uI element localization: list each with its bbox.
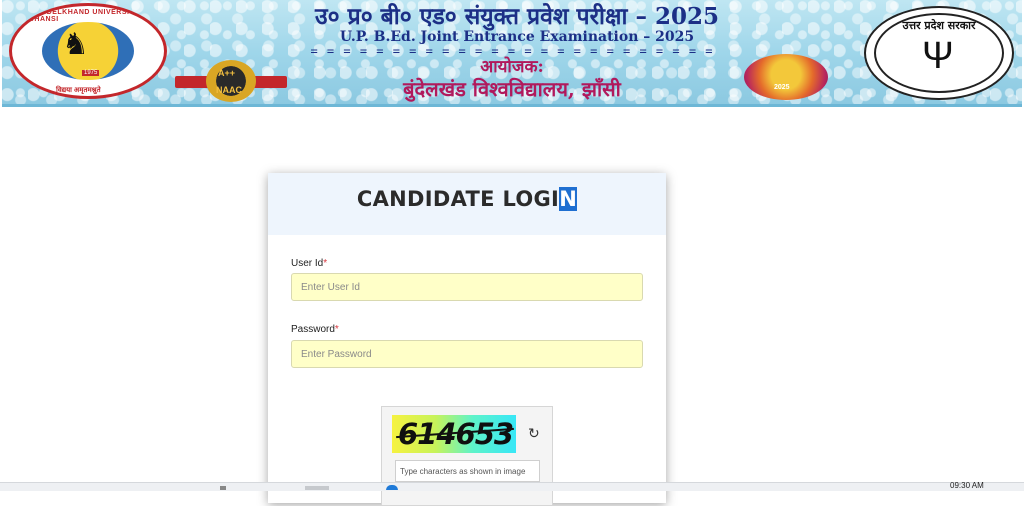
captcha-section: 614653 ↻ (381, 406, 553, 506)
taskbar-app-icon[interactable] (220, 486, 226, 490)
up-government-logo: उत्तर प्रदेश सरकार Ψ (864, 6, 1014, 100)
event-badge-icon: 2025 (744, 54, 828, 100)
horse-rider-icon: ♞ (62, 28, 89, 61)
header-banner: BUNDELKHAND UNIVERSITY, JHANSI ♞ 1975 वि… (2, 0, 1022, 107)
password-label-text: Password (291, 324, 335, 335)
refresh-icon[interactable]: ↻ (528, 425, 540, 441)
naac-badge: A++ NAAC (175, 60, 287, 102)
password-label: Password* (291, 324, 339, 335)
taskbar-app-icon[interactable] (305, 486, 329, 490)
password-input[interactable] (291, 340, 643, 368)
login-title-text: CANDIDATE LOGI (356, 187, 560, 211)
university-founding-year: 1975 (82, 70, 100, 76)
up-govt-emblem-icon: Ψ (922, 35, 954, 77)
naac-grade: A++ (218, 68, 236, 78)
login-card-header: CANDIDATE LOGIN (268, 173, 666, 235)
browser-icon[interactable] (386, 485, 398, 490)
login-title: CANDIDATE LOGIN (268, 187, 666, 211)
university-logo: BUNDELKHAND UNIVERSITY, JHANSI ♞ 1975 वि… (9, 3, 167, 99)
password-required-mark: * (334, 324, 339, 335)
taskbar-clock: 09:30 AM (950, 481, 984, 490)
event-badge-year: 2025 (774, 84, 790, 91)
login-title-selected-char: N (559, 187, 578, 211)
user-id-required-mark: * (323, 258, 328, 269)
captcha-input[interactable] (395, 460, 540, 482)
naac-seal-icon (206, 60, 256, 102)
up-logo-text: उत्तर प्रदेश सरकार (902, 19, 976, 32)
user-id-label-text: User Id (291, 258, 324, 269)
user-id-input[interactable] (291, 273, 643, 301)
login-card: CANDIDATE LOGIN User Id* Password* 61465… (268, 173, 666, 506)
captcha-image: 614653 (392, 415, 516, 453)
university-logo-ring-text: BUNDELKHAND UNIVERSITY, JHANSI (30, 9, 142, 23)
organizer-university: बुंदेलखंड विश्वविद्यालय, झाँसी (403, 77, 621, 101)
university-motto: विद्यया अमृतमश्नुते (56, 87, 101, 94)
naac-label: NAAC (216, 85, 242, 95)
organizer-label: आयोजक: (480, 57, 544, 77)
user-id-label: User Id* (291, 258, 327, 269)
